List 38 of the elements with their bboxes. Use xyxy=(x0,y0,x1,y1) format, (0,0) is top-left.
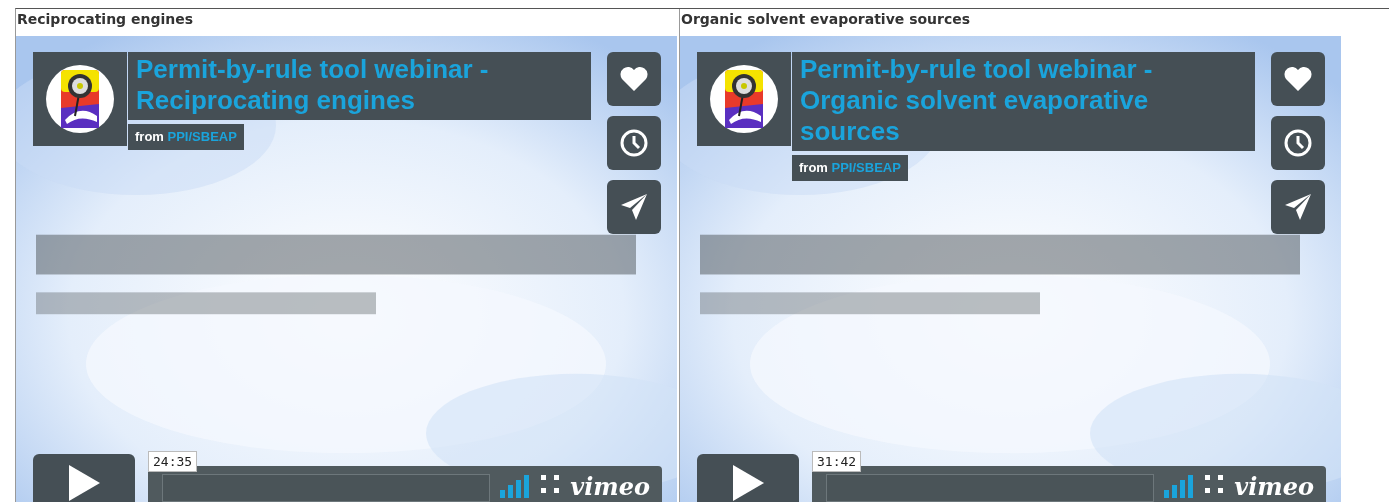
volume-bars-icon[interactable] xyxy=(500,474,531,498)
play-icon xyxy=(731,464,765,502)
fullscreen-icon[interactable] xyxy=(1204,474,1225,494)
volume-bars-icon[interactable] xyxy=(1164,474,1195,498)
video-title-link[interactable]: Permit-by-rule tool webinar - Reciprocating engines xyxy=(128,52,591,120)
vimeo-logo[interactable]: vimeo xyxy=(570,474,650,500)
clock-icon xyxy=(1283,128,1313,158)
watch-later-button[interactable] xyxy=(1271,116,1325,170)
progress-track[interactable] xyxy=(162,474,491,502)
flower-icon xyxy=(45,64,115,134)
fullscreen-icon[interactable] xyxy=(540,474,561,494)
paper-plane-icon xyxy=(620,193,648,221)
like-button[interactable] xyxy=(1271,52,1325,106)
vimeo-logo[interactable]: vimeo xyxy=(1234,474,1314,500)
share-button[interactable] xyxy=(1271,180,1325,234)
channel-link[interactable]: PPI/SBEAP xyxy=(167,129,237,144)
byline: from PPI/SBEAP xyxy=(128,124,244,150)
video-title-link[interactable]: Permit-by-rule tool webinar - Organic solvent evaporative sources xyxy=(792,52,1255,151)
channel-avatar[interactable] xyxy=(697,52,791,146)
play-icon xyxy=(67,464,101,502)
heart-icon xyxy=(1283,66,1313,92)
channel-avatar[interactable] xyxy=(33,52,127,146)
heart-icon xyxy=(619,66,649,92)
video-heading: Organic solvent evaporative sources xyxy=(680,10,972,29)
like-button[interactable] xyxy=(607,52,661,106)
duration-label: 24:35 xyxy=(148,451,198,472)
progress-track[interactable] xyxy=(826,474,1155,502)
duration-label: 31:42 xyxy=(812,451,862,472)
channel-link[interactable]: PPI/SBEAP xyxy=(831,160,901,175)
flower-icon xyxy=(709,64,779,134)
clock-icon xyxy=(619,128,649,158)
video-heading: Reciprocating engines xyxy=(16,10,195,29)
play-button[interactable] xyxy=(33,454,135,502)
paper-plane-icon xyxy=(1284,193,1312,221)
watch-later-button[interactable] xyxy=(607,116,661,170)
share-button[interactable] xyxy=(607,180,661,234)
play-button[interactable] xyxy=(697,454,799,502)
byline: from PPI/SBEAP xyxy=(792,155,908,181)
